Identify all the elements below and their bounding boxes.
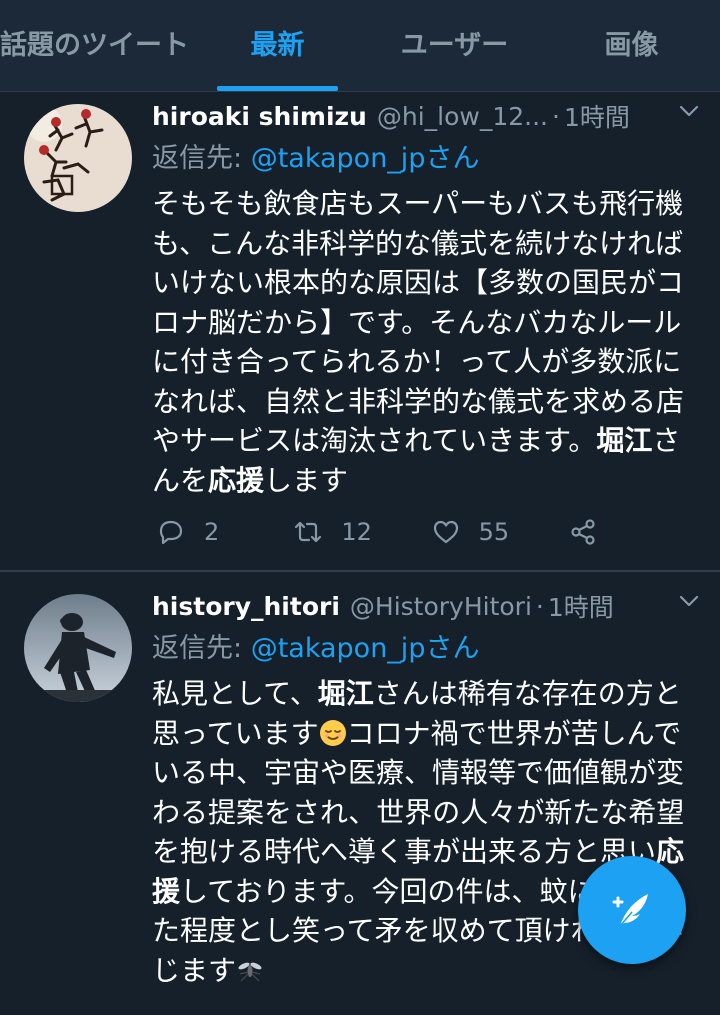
search-tab-bar: 話題のツイート 最新 ユーザー 画像 xyxy=(0,0,720,92)
chevron-down-icon[interactable] xyxy=(678,590,700,612)
reply-count: 2 xyxy=(204,518,220,546)
share-button[interactable] xyxy=(568,517,616,547)
tweet-actions: 2 12 55 xyxy=(156,512,616,552)
tab-label: 最新 xyxy=(250,30,305,61)
replying-to: 返信先: @takapon_jpさん xyxy=(152,136,479,175)
tweet-header: history_hitori @HistoryHitori · 1時間 xyxy=(152,586,704,626)
like-button[interactable]: 55 xyxy=(431,517,568,547)
tweet-timestamp[interactable]: 1時間 xyxy=(564,98,630,134)
tweet-text: そもそも飲食店もスーパーもバスも飛行機も、こんな非科学的な儀式を続けなければいけ… xyxy=(152,184,700,500)
reply-icon xyxy=(159,520,183,545)
reply-mention-link[interactable]: @takapon_jpさん xyxy=(251,143,480,174)
compose-feather-icon xyxy=(612,894,648,927)
separator-dot: · xyxy=(535,591,544,621)
reply-button[interactable]: 2 xyxy=(156,517,293,547)
display-name[interactable]: hiroaki shimizu xyxy=(152,102,367,131)
like-count: 55 xyxy=(478,518,510,546)
relieved-face-emoji xyxy=(319,719,346,746)
tab-label: 話題のツイート xyxy=(0,30,189,61)
tab-latest[interactable]: 最新 xyxy=(189,0,366,91)
retweet-icon xyxy=(295,521,322,543)
retweet-count: 12 xyxy=(341,518,372,546)
user-handle[interactable]: @HistoryHitori xyxy=(350,592,532,621)
avatar[interactable] xyxy=(24,104,132,212)
avatar[interactable] xyxy=(24,594,132,702)
tweet[interactable]: hiroaki shimizu @hi_low_12... · 1時間 返信先:… xyxy=(0,92,720,571)
heart-icon xyxy=(433,520,458,544)
share-icon xyxy=(571,519,595,545)
tab-images[interactable]: 画像 xyxy=(543,0,720,91)
compose-tweet-button[interactable] xyxy=(578,856,686,964)
tweet-text-segment: そもそも飲食店もスーパーもバスも飛行機も、こんな非科学的な儀式を続けなければいけ… xyxy=(152,187,685,457)
mosquito-emoji xyxy=(238,962,262,981)
reply-prefix: 返信先: xyxy=(152,633,243,664)
tab-label: ユーザー xyxy=(400,30,509,61)
user-handle[interactable]: @hi_low_12... xyxy=(377,102,548,131)
display-name[interactable]: history_hitori xyxy=(152,592,340,621)
reply-mention-link[interactable]: @takapon_jpさん xyxy=(251,633,480,664)
highlighted-keyword: 応援 xyxy=(208,463,265,497)
tab-label: 画像 xyxy=(604,30,659,61)
highlighted-keyword: 堀江 xyxy=(596,424,653,457)
avatar-illustration xyxy=(24,104,132,212)
reply-prefix: 返信先: xyxy=(152,143,243,174)
tweet-timestamp[interactable]: 1時間 xyxy=(548,588,614,624)
highlighted-keyword: 堀江 xyxy=(317,677,374,710)
tweet-header: hiroaki shimizu @hi_low_12... · 1時間 xyxy=(152,96,704,136)
tweet-text-segment: します xyxy=(264,463,349,497)
chevron-down-icon[interactable] xyxy=(678,100,700,122)
separator-dot: · xyxy=(552,101,560,131)
retweet-button[interactable]: 12 xyxy=(293,517,430,547)
tab-top-tweets[interactable]: 話題のツイート xyxy=(0,0,189,91)
replying-to: 返信先: @takapon_jpさん xyxy=(152,626,479,665)
tweet-text-segment: 私見として、 xyxy=(152,677,318,710)
tab-users[interactable]: ユーザー xyxy=(366,0,543,91)
avatar-photo xyxy=(24,594,132,702)
